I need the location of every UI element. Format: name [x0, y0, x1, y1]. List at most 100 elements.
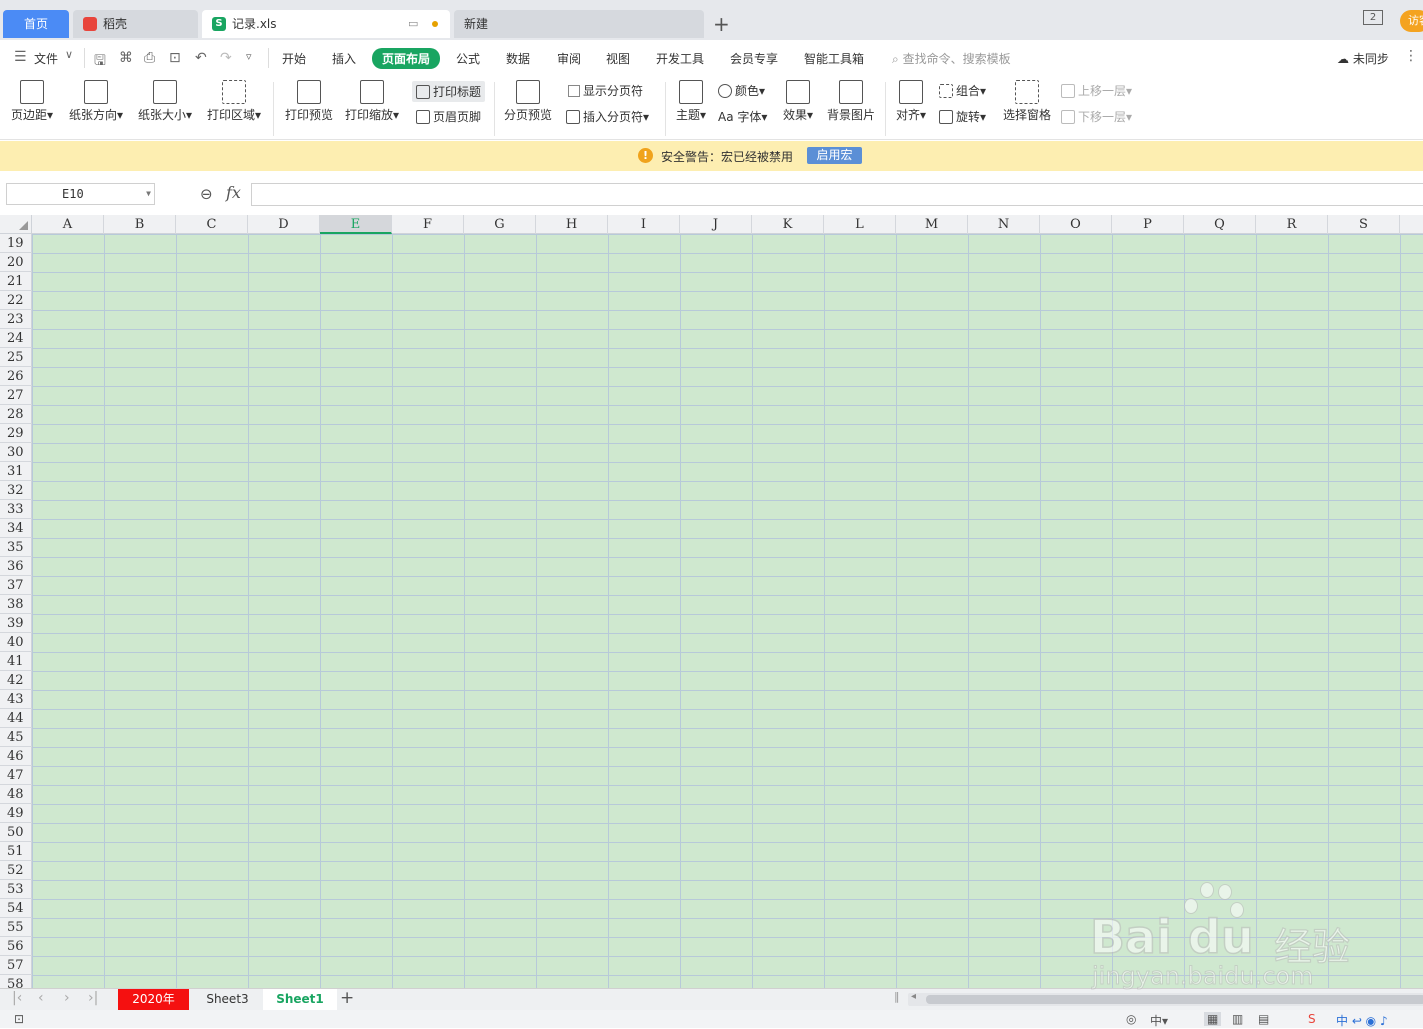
fonts-button[interactable]: Aa 字体▾: [718, 108, 767, 125]
row-header[interactable]: 53: [0, 880, 32, 899]
row-header[interactable]: 47: [0, 766, 32, 785]
row-header[interactable]: 19: [0, 234, 32, 253]
column-header-r[interactable]: R: [1256, 215, 1328, 234]
column-header-n[interactable]: N: [968, 215, 1040, 234]
row-header[interactable]: 58: [0, 975, 32, 988]
last-sheet-icon[interactable]: ›|: [88, 990, 98, 1006]
row-header[interactable]: 57: [0, 956, 32, 975]
row-header[interactable]: 45: [0, 728, 32, 747]
row-header[interactable]: 27: [0, 386, 32, 405]
eye-protection-icon[interactable]: ◎: [1126, 1012, 1136, 1026]
row-header[interactable]: 33: [0, 500, 32, 519]
sheet-tab-2020[interactable]: 2020年: [118, 989, 189, 1011]
row-header[interactable]: 43: [0, 690, 32, 709]
row-header[interactable]: 50: [0, 823, 32, 842]
zoom-icon[interactable]: ⊖: [200, 185, 213, 203]
column-header-h[interactable]: H: [536, 215, 608, 234]
row-header[interactable]: 54: [0, 899, 32, 918]
customize-dropdown-icon[interactable]: ▿: [246, 50, 252, 63]
theme-button[interactable]: 主题▾: [673, 80, 709, 123]
column-header-g[interactable]: G: [464, 215, 536, 234]
tab-new[interactable]: 新建: [454, 10, 704, 38]
row-header[interactable]: 51: [0, 842, 32, 861]
formula-input[interactable]: [251, 183, 1423, 206]
colors-button[interactable]: 颜色▾: [718, 82, 765, 99]
chevron-down-icon[interactable]: ▼: [146, 184, 151, 204]
rotate-button[interactable]: 旋转▾: [939, 108, 986, 125]
page-layout-view-icon[interactable]: ▥: [1232, 1012, 1243, 1026]
row-header[interactable]: 38: [0, 595, 32, 614]
row-header[interactable]: 31: [0, 462, 32, 481]
scrollbar-thumb[interactable]: [926, 995, 1423, 1004]
row-header[interactable]: 41: [0, 652, 32, 671]
fx-icon[interactable]: fx: [226, 183, 241, 202]
column-header-a[interactable]: A: [32, 215, 104, 234]
format-painter-icon[interactable]: ⌘: [119, 50, 133, 66]
print-area-button[interactable]: 打印区域▾: [204, 80, 264, 123]
print-scale-button[interactable]: 打印缩放▾: [343, 80, 401, 123]
menu-formula[interactable]: 公式: [456, 50, 480, 67]
macro-record-icon[interactable]: ⊡: [14, 1012, 24, 1026]
background-image-button[interactable]: 背景图片: [826, 80, 876, 123]
chevron-down-icon[interactable]: ∨: [65, 48, 73, 61]
new-tab-button[interactable]: +: [713, 10, 730, 38]
page-break-preview-button[interactable]: 分页预览: [502, 80, 554, 123]
row-header[interactable]: 26: [0, 367, 32, 386]
column-header-e[interactable]: E: [320, 215, 392, 234]
column-header-j[interactable]: J: [680, 215, 752, 234]
row-header[interactable]: 42: [0, 671, 32, 690]
row-header[interactable]: 46: [0, 747, 32, 766]
row-header[interactable]: 24: [0, 329, 32, 348]
column-header-d[interactable]: D: [248, 215, 320, 234]
selection-pane-button[interactable]: 选择窗格: [1002, 80, 1052, 123]
save-icon[interactable]: 🖫: [94, 50, 106, 74]
tab-daoke[interactable]: 稻壳: [73, 10, 198, 38]
group-button[interactable]: 组合▾: [939, 82, 986, 99]
print-preview-button[interactable]: 打印预览: [283, 80, 335, 123]
menu-file[interactable]: 文件: [34, 50, 58, 67]
column-header-q[interactable]: Q: [1184, 215, 1256, 234]
sync-status[interactable]: ☁ 未同步: [1337, 50, 1389, 67]
row-header[interactable]: 30: [0, 443, 32, 462]
row-header[interactable]: 29: [0, 424, 32, 443]
align-button[interactable]: 对齐▾: [893, 80, 929, 123]
redo-icon[interactable]: ↷: [220, 50, 232, 66]
menu-smart-toolbox[interactable]: 智能工具箱: [804, 50, 864, 67]
row-header[interactable]: 20: [0, 253, 32, 272]
row-header[interactable]: 55: [0, 918, 32, 937]
horizontal-scrollbar[interactable]: ◂: [908, 991, 1423, 1006]
row-header[interactable]: 36: [0, 557, 32, 576]
margins-button[interactable]: 页边距▾: [8, 80, 56, 123]
column-header-b[interactable]: B: [104, 215, 176, 234]
first-sheet-icon[interactable]: |‹: [12, 990, 22, 1006]
column-header-o[interactable]: O: [1040, 215, 1112, 234]
row-header[interactable]: 37: [0, 576, 32, 595]
row-header[interactable]: 32: [0, 481, 32, 500]
name-box[interactable]: E10 ▼: [6, 183, 155, 205]
row-header[interactable]: 56: [0, 937, 32, 956]
menu-developer[interactable]: 开发工具: [656, 50, 704, 67]
column-header-m[interactable]: M: [896, 215, 968, 234]
next-sheet-icon[interactable]: ›: [64, 990, 70, 1006]
row-header[interactable]: 23: [0, 310, 32, 329]
menu-data[interactable]: 数据: [506, 50, 530, 67]
menu-member[interactable]: 会员专享: [730, 50, 778, 67]
sheet-tab-sheet1[interactable]: Sheet1: [263, 989, 337, 1011]
menu-start[interactable]: 开始: [282, 50, 306, 67]
tray-icons[interactable]: 中 ↩ ◉ ♪: [1336, 1012, 1388, 1029]
column-header-i[interactable]: I: [608, 215, 680, 234]
effects-button[interactable]: 效果▾: [780, 80, 816, 123]
row-header[interactable]: 52: [0, 861, 32, 880]
print-icon[interactable]: ⎙: [144, 50, 155, 66]
hamburger-icon[interactable]: ☰: [14, 49, 27, 65]
bring-forward-button[interactable]: 上移一层▾: [1061, 82, 1132, 99]
row-header[interactable]: 48: [0, 785, 32, 804]
cell-area[interactable]: [32, 234, 1423, 988]
row-header[interactable]: 25: [0, 348, 32, 367]
row-header[interactable]: 39: [0, 614, 32, 633]
more-icon[interactable]: ⋮: [1404, 48, 1418, 64]
row-header[interactable]: 34: [0, 519, 32, 538]
row-header[interactable]: 40: [0, 633, 32, 652]
orientation-button[interactable]: 纸张方向▾: [66, 80, 126, 123]
prev-sheet-icon[interactable]: ‹: [38, 990, 44, 1006]
